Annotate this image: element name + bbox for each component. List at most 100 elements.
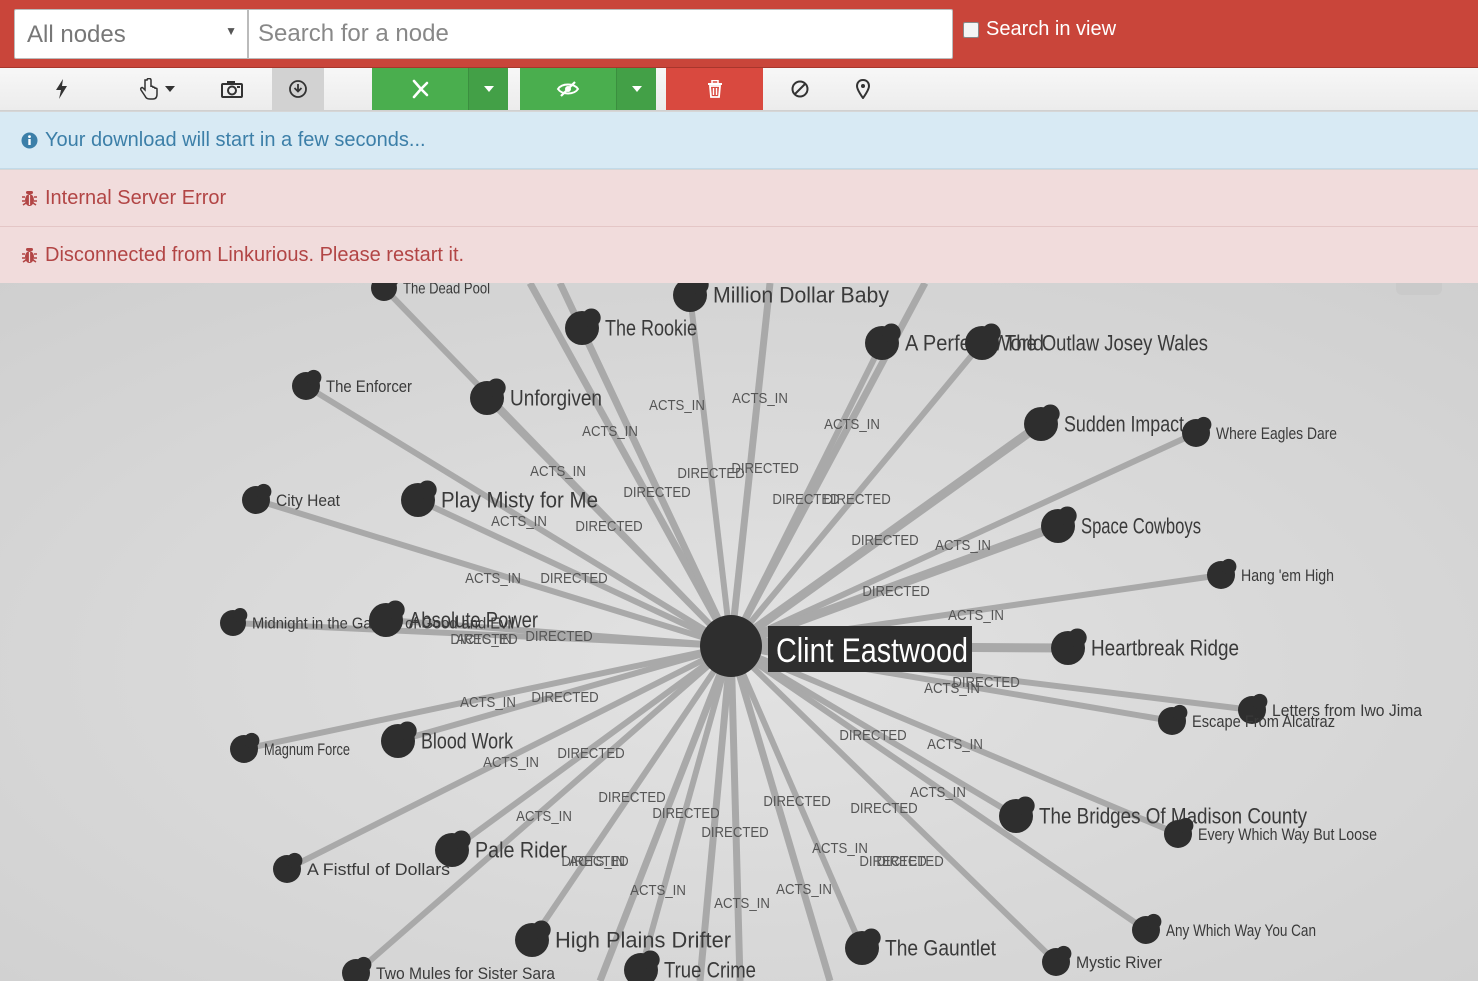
node-label: The Rookie (605, 316, 697, 341)
edge-label: DIRECTED (850, 799, 917, 816)
node-label: Absolute Power (409, 608, 538, 633)
edge-label: ACTS_IN (927, 735, 983, 752)
node-badge (1221, 558, 1237, 575)
edge-label: DIRECTED (531, 688, 598, 705)
node-badge (1196, 416, 1212, 433)
edge-label: ACTS_IN (491, 512, 547, 529)
node-badge (452, 830, 471, 850)
node-search-input[interactable] (248, 9, 953, 59)
top-search-bar: All nodes ▼ Search in view (0, 0, 1478, 68)
node-badge (256, 483, 272, 500)
download-circle-icon (289, 80, 307, 98)
node-badge (418, 480, 437, 500)
screenshot-button[interactable] (208, 68, 256, 110)
expand-button[interactable] (372, 68, 468, 110)
visibility-button[interactable] (520, 68, 616, 110)
edge-label: DIRECTED (851, 531, 918, 548)
bug-icon (21, 247, 38, 264)
graph-canvas[interactable]: ACTS_IN ACTS_IN ACTS_IN ACTS_IN ACTS_IN ACTS_… (0, 283, 1478, 981)
node-label: Million Dollar Baby (713, 283, 889, 308)
node-badge (487, 378, 506, 398)
edge-label: ACTS_IN (516, 807, 572, 824)
edge-label: ACTS_IN (732, 389, 788, 406)
edge-label: ACTS_IN (465, 569, 521, 586)
node-badge (1056, 945, 1072, 962)
ban-icon (791, 80, 809, 98)
node-label: A Fistful of Dollars (307, 860, 450, 879)
center-node-dot[interactable] (700, 615, 762, 677)
hand-pointer-icon (139, 78, 158, 100)
node-label: Every Which Way But Loose (1198, 825, 1377, 844)
edge-label: DIRECTED (557, 744, 624, 761)
edge-label: ACTS_IN (910, 783, 966, 800)
node-label: True Crime (664, 958, 756, 981)
edge-label: ACTS_IN (714, 894, 770, 911)
node-label: The Outlaw Josey Wales (1005, 331, 1208, 356)
clear-button[interactable] (778, 68, 822, 110)
graph-corner-control[interactable] (1396, 283, 1442, 295)
edge-label: DIRECTED (561, 852, 628, 869)
edge-label: ACTS_IN (582, 422, 638, 439)
edge-label: DIRECTED (876, 852, 943, 869)
node-badge (1178, 817, 1194, 834)
server-error-alert: Internal Server Error (0, 170, 1478, 227)
edge-label: ACTS_IN (649, 396, 705, 413)
node-badge (398, 721, 417, 741)
caret-down-icon (631, 86, 642, 92)
expand-dropdown-button[interactable] (468, 68, 508, 110)
locate-button[interactable] (842, 68, 884, 110)
node-label: Pale Rider (475, 838, 567, 863)
visibility-dropdown-button[interactable] (616, 68, 656, 110)
alert-text: Your download will start in a few second… (45, 128, 426, 151)
node-badge (641, 950, 660, 970)
bolt-icon (56, 79, 67, 99)
edge-label: ACTS_IN (630, 881, 686, 898)
info-circle-icon (21, 132, 38, 149)
node-filter-select[interactable]: All nodes ▼ (14, 9, 248, 59)
node-badge (532, 920, 551, 940)
search-in-view-checkbox[interactable] (963, 21, 979, 38)
node-label: High Plains Drifter (555, 928, 731, 953)
edge-label: DIRECTED (598, 788, 665, 805)
node-filter-value: All nodes (27, 21, 126, 48)
node-badge (582, 308, 601, 328)
node-badge (356, 956, 372, 973)
delete-button[interactable] (666, 68, 763, 110)
node-label: Mystic River (1076, 953, 1162, 972)
download-info-alert: Your download will start in a few second… (0, 112, 1478, 169)
graph-toolbar (0, 68, 1478, 111)
edge-label: ACTS_IN (530, 462, 586, 479)
node-label: Two Mules for Sister Sara (376, 964, 555, 981)
select-mode-button[interactable] (130, 68, 184, 110)
node-badge (386, 600, 405, 620)
map-marker-icon (856, 79, 870, 99)
node-label: The Dead Pool (403, 283, 490, 298)
edge-label: DIRECTED (862, 582, 929, 599)
node-badge (1146, 913, 1162, 930)
node-badge (882, 323, 901, 343)
graph-svg[interactable]: ACTS_IN ACTS_IN ACTS_IN ACTS_IN ACTS_IN ACTS_… (0, 283, 1478, 981)
search-in-view-toggle[interactable]: Search in view (963, 18, 1116, 41)
node-label: Escape From Alcatraz (1192, 712, 1335, 731)
node-label: Space Cowboys (1081, 514, 1201, 539)
node-badge (1068, 628, 1087, 648)
alert-text: Internal Server Error (45, 186, 227, 209)
edge-label: ACTS_IN (483, 753, 539, 770)
caret-down-icon (164, 86, 175, 92)
edge-label: DIRECTED (575, 517, 642, 534)
node-badge (1058, 506, 1077, 526)
edge-label: DIRECTED (652, 804, 719, 821)
node-badge (1041, 404, 1060, 424)
node-badge (862, 928, 881, 948)
node-badge (1252, 693, 1268, 710)
layout-button[interactable] (40, 68, 84, 110)
bug-icon (21, 190, 38, 207)
chevron-down-icon: ▼ (225, 24, 237, 38)
node-badge (244, 732, 260, 749)
node-label: Hang 'em High (1241, 566, 1334, 585)
node-label: Magnum Force (264, 740, 350, 759)
camera-icon (221, 81, 243, 98)
node-label: The Gauntlet (885, 936, 996, 961)
download-button[interactable] (272, 68, 324, 110)
edge-label: DIRECTED (731, 459, 798, 476)
